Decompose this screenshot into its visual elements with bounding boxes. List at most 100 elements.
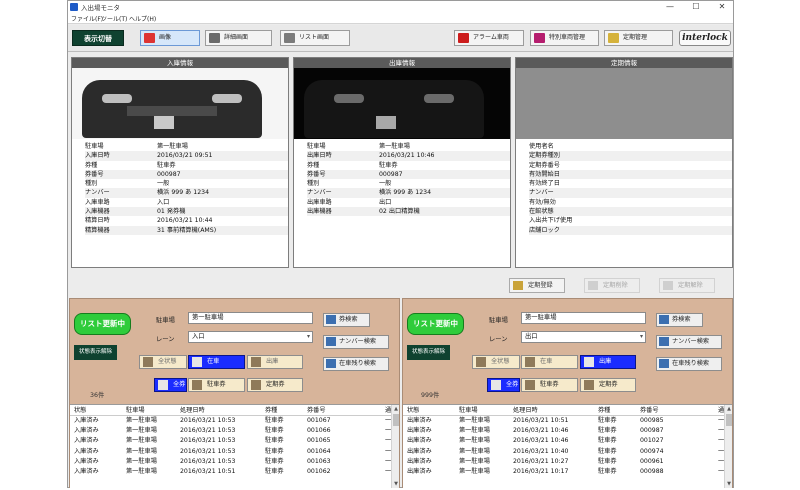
table-row[interactable]: 入庫済み 第一駐車場 2016/03/21 10:53 駐車券 001063 一 [70, 457, 399, 467]
scroll-up-icon[interactable]: ▲ [725, 405, 732, 413]
scroll-thumb[interactable] [393, 414, 399, 426]
scroll-down-icon[interactable]: ▼ [392, 480, 399, 488]
menu-help[interactable]: ヘルプ(H) [129, 14, 156, 23]
column-header[interactable]: 処理日時 [513, 405, 598, 415]
scroll-up-icon[interactable]: ▲ [392, 405, 399, 413]
pass-info-key: 有効開始日 [529, 170, 560, 178]
table-cell: 2016/03/21 10:51 [513, 417, 569, 424]
exit-lane-select[interactable]: 出口 ▾ [521, 331, 646, 343]
close-button[interactable]: ✕ [709, 1, 735, 13]
special-vehicle-button[interactable]: 特別車両管理 [530, 30, 599, 46]
column-header[interactable]: 駐車場 [126, 405, 180, 415]
table-row[interactable]: 出庫済み 第一駐車場 2016/03/21 10:17 駐車券 000988 一 [403, 467, 732, 477]
pass-info-key: 使用者名 [529, 143, 554, 150]
entry-table-scrollbar[interactable]: ▲ ▼ [391, 405, 399, 488]
column-header[interactable]: 券番号 [640, 405, 718, 415]
entry-ticket-search-button[interactable]: 券検索 [323, 313, 370, 327]
table-row[interactable]: 入庫済み 第一駐車場 2016/03/21 10:53 駐車券 001065 一 [70, 436, 399, 446]
table-row[interactable]: 入庫済み 第一駐車場 2016/03/21 10:51 駐車券 001062 一 [70, 467, 399, 477]
pass-management-button[interactable]: 定期管理 [604, 30, 673, 46]
entry-lane-select[interactable]: 入口 ▾ [188, 331, 313, 343]
minimize-button[interactable]: — [657, 1, 683, 13]
exit-table-scrollbar[interactable]: ▲ ▼ [724, 405, 732, 488]
exit-remaining-search-button[interactable]: 在車残り検索 [656, 357, 722, 371]
entry-remaining-search-button[interactable]: 在車残り検索 [323, 357, 389, 371]
entry-filter-release-button[interactable]: 状態表示解除 [74, 345, 117, 360]
entry-parking-field[interactable]: 第一駐車場 [188, 312, 313, 324]
exit-status-exit-button[interactable]: 出庫 [580, 355, 636, 369]
entry-status-exit-label: 出庫 [266, 358, 279, 365]
image-view-button[interactable]: 画像 [140, 30, 200, 46]
column-header[interactable]: 券番号 [307, 405, 385, 415]
entry-status-exit-button[interactable]: 出庫 [247, 355, 303, 369]
table-row[interactable]: 出庫済み 第一駐車場 2016/03/21 10:51 駐車券 000985 一 [403, 416, 732, 426]
entry-list-update-button[interactable]: リスト更新中 [74, 313, 131, 335]
exit-parking-label: 駐車場 [489, 317, 508, 324]
entry-status-parked-button[interactable]: 在車 [188, 355, 245, 369]
exit-info-title: 出庫情報 [294, 58, 510, 68]
exit-type-pass-button[interactable]: 定期券 [580, 378, 636, 392]
exit-ticket-search-button[interactable]: 券検索 [656, 313, 703, 327]
column-header[interactable]: 状態 [403, 405, 459, 415]
entry-plate-search-button[interactable]: ナンバー検索 [323, 335, 389, 349]
pass-delete-button[interactable]: 定期削除 [584, 278, 640, 293]
entry-type-pass-button[interactable]: 定期券 [247, 378, 303, 392]
menu-file[interactable]: ファイル(F) [71, 14, 103, 23]
table-row[interactable]: 入庫済み 第一駐車場 2016/03/21 10:53 駐車券 001067 一 [70, 416, 399, 426]
entry-lane-value: 入口 [192, 333, 205, 340]
table-row[interactable]: 入庫済み 第一駐車場 2016/03/21 10:53 駐車券 001064 一 [70, 447, 399, 457]
register-icon [513, 281, 523, 290]
column-header[interactable]: 券種 [265, 405, 307, 415]
exit-status-all-button[interactable]: 全状態 [472, 355, 520, 369]
exit-type-all-button[interactable]: 全券 [487, 378, 520, 392]
list-view-button[interactable]: リスト画面 [280, 30, 350, 46]
table-cell: 2016/03/21 10:53 [180, 447, 236, 455]
parking-ticket-icon [192, 380, 202, 390]
exit-info-value: 横浜 999 あ 1234 [379, 189, 432, 197]
pass-info-value [601, 161, 732, 170]
detail-view-button[interactable]: 詳細画面 [205, 30, 272, 46]
exit-type-parking-button[interactable]: 駐車券 [521, 378, 578, 392]
pass-register-button[interactable]: 定期登録 [509, 278, 565, 293]
table-row[interactable]: 出庫済み 第一駐車場 2016/03/21 10:27 駐車券 000961 一 [403, 457, 732, 467]
exit-filter-release-button[interactable]: 状態表示解除 [407, 345, 450, 360]
column-header[interactable]: 処理日時 [180, 405, 265, 415]
exit-list-update-button[interactable]: リスト更新中 [407, 313, 464, 335]
exit-plate-search-button[interactable]: ナンバー検索 [656, 335, 722, 349]
menu-tools[interactable]: ツール(T) [101, 14, 127, 23]
display-switch-button[interactable]: 表示切替 [72, 30, 124, 46]
entry-type-all-button[interactable]: 全券 [154, 378, 187, 392]
ticket-all-icon [158, 380, 168, 390]
pass-info-key: 入出共下げ使用 [529, 217, 573, 225]
exit-info-key: 種別 [307, 180, 320, 188]
table-row[interactable]: 出庫済み 第一駐車場 2016/03/21 10:46 駐車券 001027 一 [403, 436, 732, 446]
scroll-thumb[interactable] [726, 414, 732, 426]
table-cell: 出庫済み [407, 447, 432, 455]
alarm-vehicle-button[interactable]: アラーム車両 [454, 30, 524, 46]
alarm-icon [458, 33, 469, 43]
scroll-down-icon[interactable]: ▼ [725, 480, 732, 488]
exit-info-value: 000987 [379, 170, 403, 178]
entry-status-all-button[interactable]: 全状態 [139, 355, 187, 369]
pass-management-label: 定期管理 [623, 34, 648, 41]
exit-status-parked-button[interactable]: 在車 [521, 355, 578, 369]
exit-parking-field[interactable]: 第一駐車場 [521, 312, 646, 324]
pass-release-button[interactable]: 定期解除 [659, 278, 715, 293]
table-row[interactable]: 出庫済み 第一駐車場 2016/03/21 10:40 駐車券 000974 一 [403, 447, 732, 457]
exit-info-value: 02 出口精算機 [379, 208, 420, 216]
maximize-button[interactable]: ☐ [683, 1, 709, 13]
table-row[interactable]: 入庫済み 第一駐車場 2016/03/21 10:53 駐車券 001066 一 [70, 426, 399, 436]
table-cell: 2016/03/21 10:17 [513, 467, 569, 475]
entry-type-parking-button[interactable]: 駐車券 [188, 378, 245, 392]
entry-info-value: 第一駐車場 [157, 143, 188, 150]
column-header[interactable]: 券種 [598, 405, 640, 415]
pass-info-list: 使用者名 定期券種別 定期券番号 有効開始日 有効終了日 ナンバー 有効/無効 在館状態 入出共… [516, 139, 732, 235]
entry-record-count: 36件 [90, 392, 105, 399]
entry-car-headlight [102, 94, 132, 103]
column-header[interactable]: 駐車場 [459, 405, 513, 415]
exit-info-row: 種別 一般 [307, 179, 510, 188]
column-header[interactable]: 状態 [70, 405, 126, 415]
table-cell: 001063 [307, 457, 331, 465]
table-row[interactable]: 出庫済み 第一駐車場 2016/03/21 10:46 駐車券 000987 一 [403, 426, 732, 436]
entry-info-row: 駐車場 第一駐車場 [85, 142, 288, 151]
